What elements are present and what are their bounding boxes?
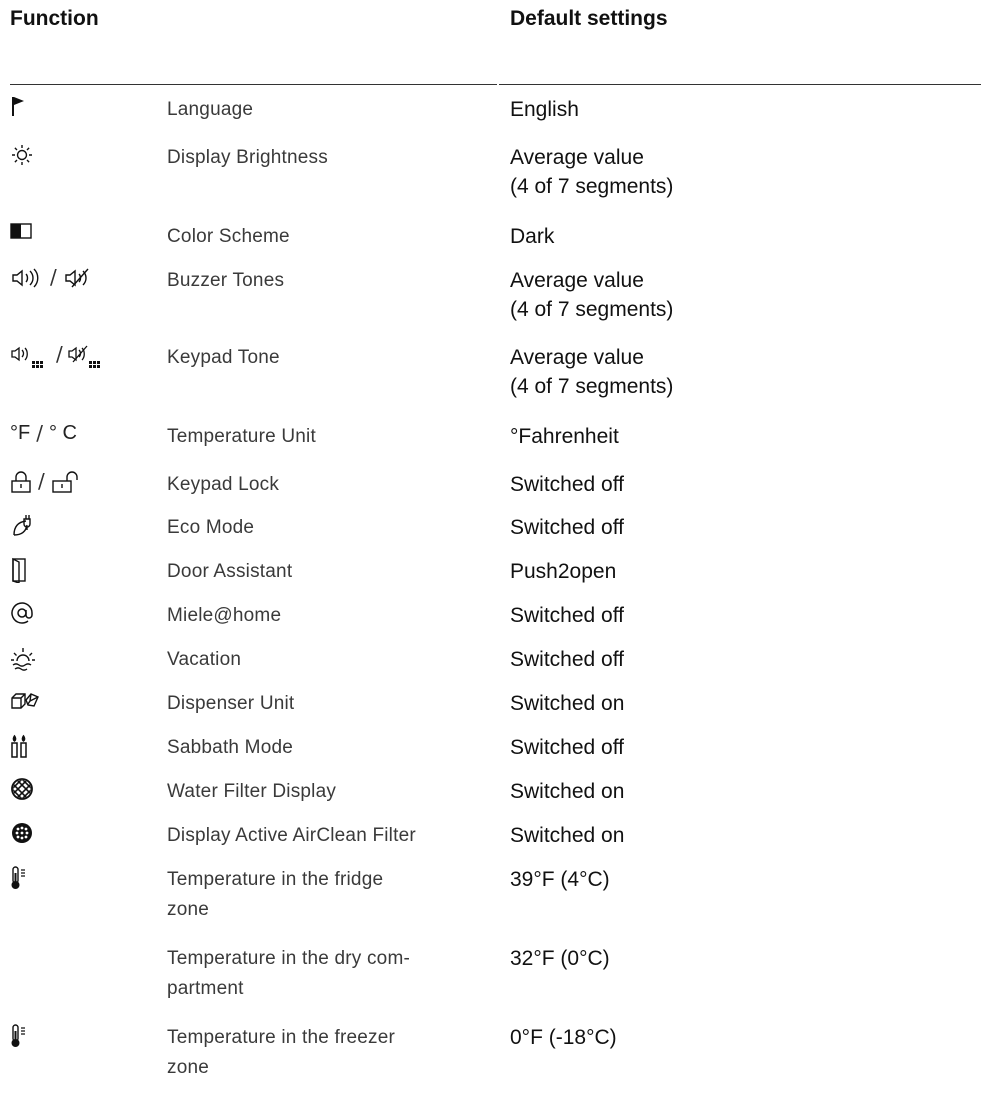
function-label: Vacation xyxy=(167,649,242,670)
default-value: Average value (4 of 7 segments) xyxy=(510,269,674,321)
at-icon xyxy=(10,601,155,633)
default-value: Switched off xyxy=(510,604,625,627)
function-label: Temperature in the dry com-partment xyxy=(167,948,410,999)
sunrise-icon xyxy=(10,645,155,677)
function-label: Door Assistant xyxy=(167,561,293,582)
function-label: Keypad Lock xyxy=(167,474,280,495)
function-label: Miele@home xyxy=(167,605,282,626)
function-label: Temperature in the fridge zone xyxy=(167,869,384,920)
function-label: Display Brightness xyxy=(167,147,328,168)
function-label: Color Scheme xyxy=(167,226,290,247)
default-value: Average value (4 of 7 segments) xyxy=(510,146,674,198)
sun-icon xyxy=(10,143,155,175)
default-value: Switched off xyxy=(510,516,625,539)
function-label: Sabbath Mode xyxy=(167,737,293,758)
default-value: Switched off xyxy=(510,736,625,759)
header-function: Function xyxy=(10,7,99,30)
door-icon xyxy=(10,557,155,589)
default-value: Push2open xyxy=(510,560,617,583)
color-scheme-icon xyxy=(10,222,155,254)
default-value: 0°F (-18°C) xyxy=(510,1026,617,1049)
default-value: Switched off xyxy=(510,648,625,671)
default-value: Switched on xyxy=(510,692,625,715)
function-label: Keypad Tone xyxy=(167,347,280,368)
function-label: Display Active AirClean Filter xyxy=(167,825,416,846)
speaker-on-off-icon: / xyxy=(10,266,155,298)
function-label: Temperature Unit xyxy=(167,426,316,447)
ice-cubes-icon xyxy=(10,689,155,721)
water-filter-icon xyxy=(10,777,155,809)
default-value: 32°F (0°C) xyxy=(510,947,610,970)
function-label: Temperature in the freezer zone xyxy=(167,1027,396,1078)
lock-unlock-icon: / xyxy=(10,470,155,502)
keypad-speaker-on-off-icon: / xyxy=(10,343,155,375)
thermometer-icon xyxy=(10,1023,155,1055)
eco-plug-icon xyxy=(10,513,155,545)
function-label: Water Filter Display xyxy=(167,781,337,802)
default-value: Switched on xyxy=(510,780,625,803)
temperature-unit-icon: °F / ° C xyxy=(10,421,77,445)
default-value: English xyxy=(510,98,579,121)
header-divider-left xyxy=(10,84,497,85)
default-value: °Fahrenheit xyxy=(510,425,619,448)
header-default-settings: Default settings xyxy=(510,7,668,30)
function-label: Buzzer Tones xyxy=(167,270,285,291)
flag-icon xyxy=(10,95,155,127)
default-value: Switched off xyxy=(510,473,625,496)
function-label: Language xyxy=(167,99,254,120)
thermometer-icon xyxy=(10,865,155,897)
function-label: Dispenser Unit xyxy=(167,693,295,714)
default-value: Dark xyxy=(510,225,555,248)
candles-icon xyxy=(10,733,155,765)
function-label: Eco Mode xyxy=(167,517,255,538)
default-value: 39°F (4°C) xyxy=(510,868,610,891)
header-divider-right xyxy=(499,84,981,85)
default-value: Switched on xyxy=(510,824,625,847)
airclean-filter-icon xyxy=(10,821,155,853)
default-value: Average value (4 of 7 segments) xyxy=(510,346,674,398)
